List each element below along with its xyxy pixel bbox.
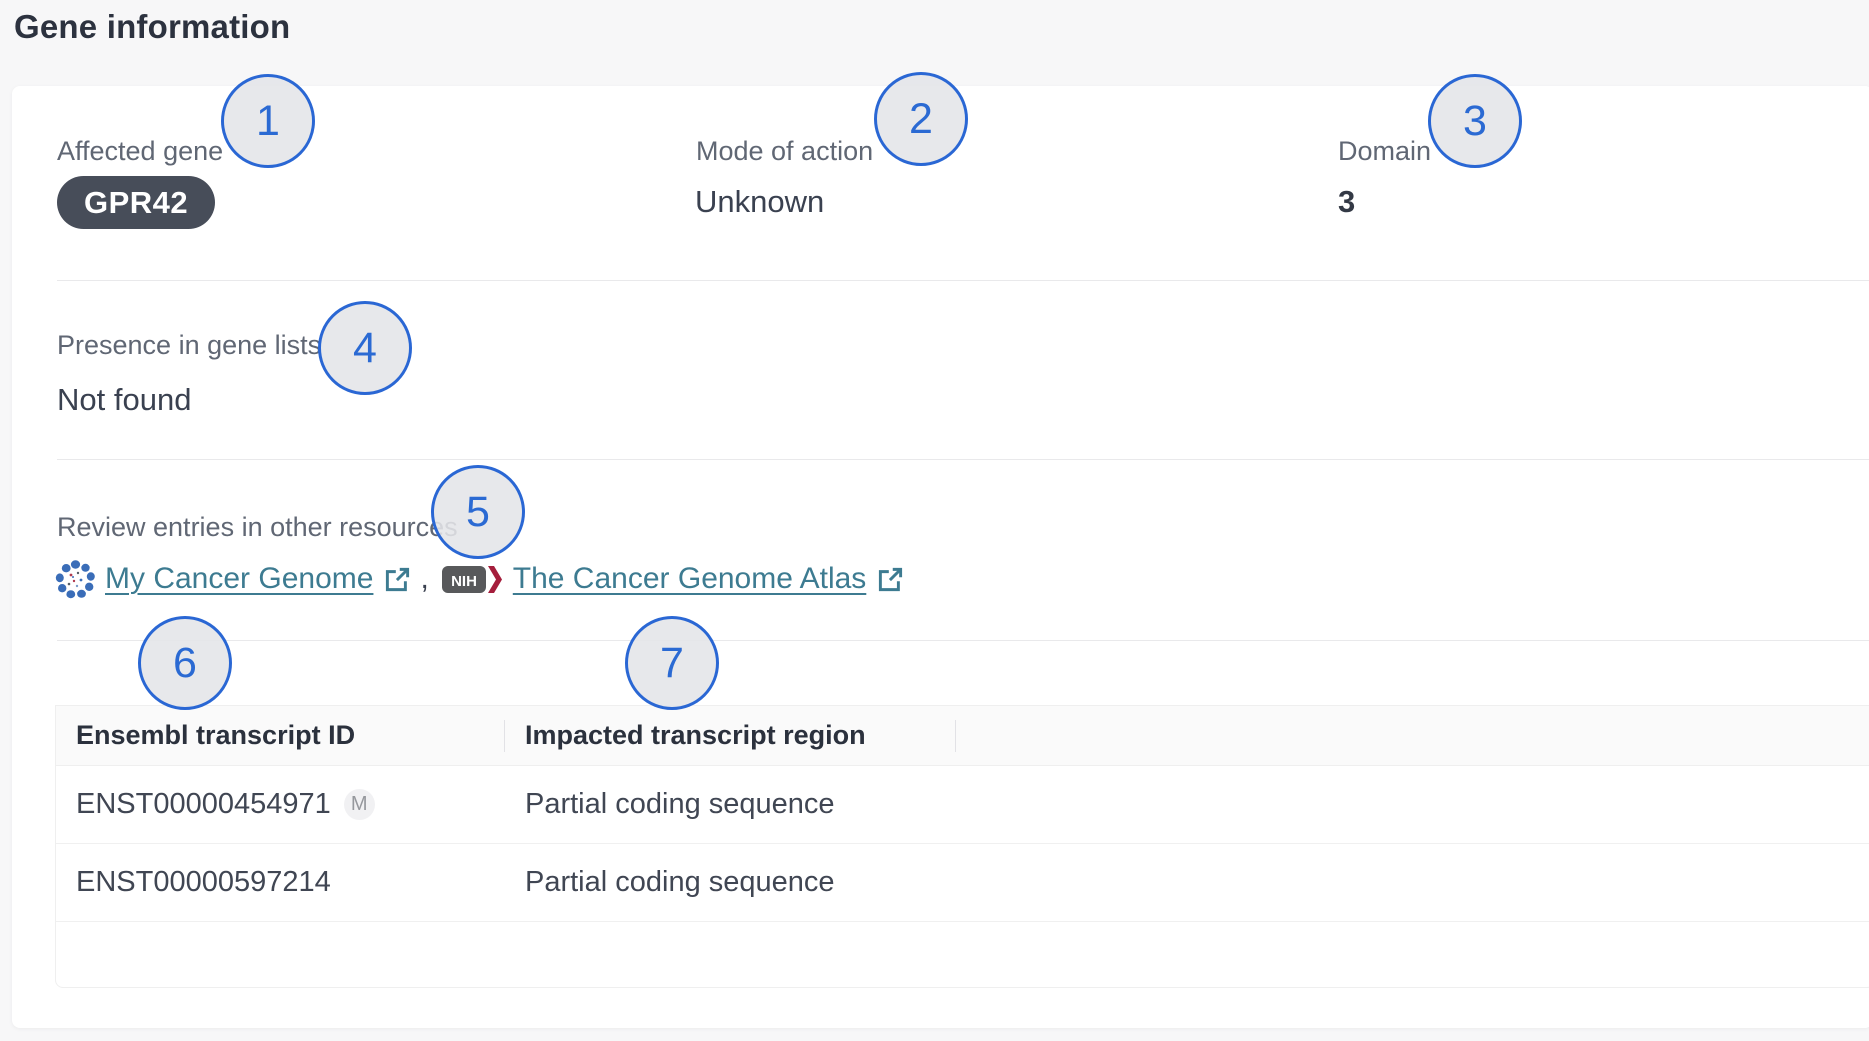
mode-of-action-value: Unknown	[695, 184, 824, 220]
svg-text:NIH: NIH	[451, 573, 477, 590]
transcript-id-cell: ENST00000454971 M	[56, 766, 505, 843]
transcript-id-value: ENST00000454971	[76, 788, 331, 821]
gene-lists-value: Not found	[57, 382, 191, 418]
impacted-region-cell: Partial coding sequence	[505, 844, 956, 921]
resource-links-row: My Cancer Genome , NIH The Cancer Genome…	[55, 556, 904, 602]
annotation-marker-7: 7	[625, 616, 719, 710]
annotation-marker-3: 3	[1428, 74, 1522, 168]
resources-label: Review entries in other resources	[57, 512, 458, 543]
gene-lists-label: Presence in gene lists	[57, 330, 321, 361]
mode-of-action-label: Mode of action	[696, 136, 873, 167]
column-header-impacted-region: Impacted transcript region	[505, 706, 956, 765]
domain-value: 3	[1338, 184, 1355, 220]
external-link-icon[interactable]	[384, 566, 411, 593]
section-divider	[57, 640, 1869, 641]
section-divider	[57, 280, 1869, 281]
table-row: ENST00000454971 M Partial coding sequenc…	[56, 766, 1869, 844]
external-link-icon[interactable]	[877, 566, 904, 593]
table-row: ENST00000597214 Partial coding sequence	[56, 844, 1869, 922]
gene-information-page: Gene information Affected gene GPR42 Mod…	[0, 0, 1869, 1041]
link-separator: ,	[420, 562, 428, 596]
transcript-id-cell: ENST00000597214	[56, 844, 505, 921]
page-title: Gene information	[14, 8, 290, 46]
nih-logo-icon: NIH	[442, 564, 504, 595]
my-cancer-genome-logo-icon	[55, 559, 96, 600]
affected-gene-tag[interactable]: GPR42	[57, 176, 215, 229]
annotation-marker-4: 4	[318, 301, 412, 395]
annotation-marker-2: 2	[874, 72, 968, 166]
section-divider	[57, 459, 1869, 460]
domain-label: Domain	[1338, 136, 1431, 167]
transcript-table-header: Ensembl transcript ID Impacted transcrip…	[56, 706, 1869, 766]
transcript-table: Ensembl transcript ID Impacted transcrip…	[55, 705, 1869, 988]
annotation-marker-6: 6	[138, 616, 232, 710]
annotation-marker-1: 1	[221, 74, 315, 168]
impacted-region-cell: Partial coding sequence	[505, 766, 956, 843]
my-cancer-genome-link[interactable]: My Cancer Genome	[105, 562, 373, 596]
column-header-transcript-id: Ensembl transcript ID	[56, 706, 505, 765]
column-header-empty	[956, 706, 1869, 765]
mane-badge: M	[344, 789, 375, 820]
affected-gene-label: Affected gene	[57, 136, 223, 167]
annotation-marker-5: 5	[431, 465, 525, 559]
cancer-genome-atlas-link[interactable]: The Cancer Genome Atlas	[513, 562, 867, 596]
transcript-id-value: ENST00000597214	[76, 866, 331, 899]
